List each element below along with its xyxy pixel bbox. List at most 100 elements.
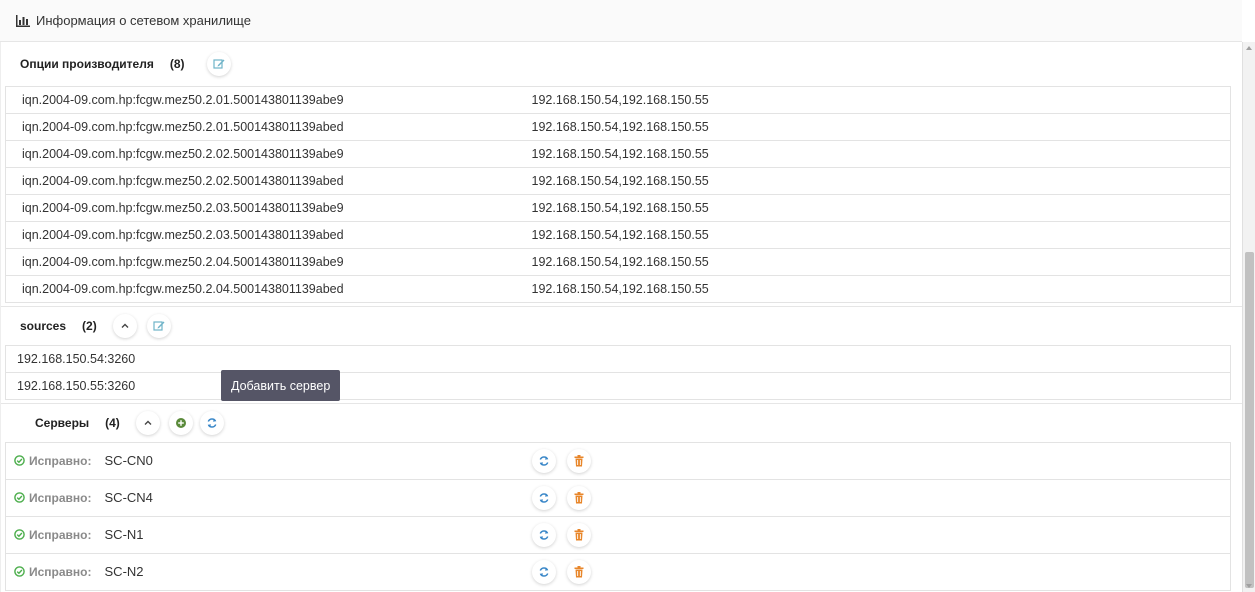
server-status-label: Исправно:: [29, 527, 92, 542]
server-status: Исправно: SC-CN0: [14, 453, 153, 468]
add-server-tooltip: Добавить сервер: [221, 370, 341, 401]
vendor-options-table: iqn.2004-09.com.hp:fcgw.mez50.2.01.50014…: [5, 86, 1231, 303]
vendor-option-name: iqn.2004-09.com.hp:fcgw.mez50.2.04.50014…: [5, 275, 532, 303]
vendor-option-row: iqn.2004-09.com.hp:fcgw.mez50.2.03.50014…: [5, 194, 1231, 222]
refresh-icon: [539, 530, 548, 540]
server-name: SC-N1: [104, 527, 144, 542]
vendor-option-name: iqn.2004-09.com.hp:fcgw.mez50.2.01.50014…: [5, 86, 532, 114]
delete-server-button[interactable]: [566, 523, 591, 547]
server-row: Исправно: SC-N1: [5, 516, 1231, 554]
sources-table: 192.168.150.54:3260 192.168.150.55:3260: [5, 345, 1231, 400]
vendor-options-count: (8): [169, 57, 185, 71]
sources-count: (2): [82, 319, 97, 333]
trash-icon: [574, 566, 583, 578]
refresh-servers-button[interactable]: [199, 411, 224, 435]
collapse-sources-button[interactable]: [112, 314, 137, 338]
refresh-server-button[interactable]: [531, 486, 556, 510]
server-info: Исправно: SC-N1: [5, 516, 532, 554]
server-actions: [531, 553, 1231, 591]
server-status-label: Исправно:: [29, 490, 92, 505]
trash-icon: [574, 455, 583, 467]
scrollbar-thumb[interactable]: [1245, 252, 1254, 588]
vendor-option-name: iqn.2004-09.com.hp:fcgw.mez50.2.04.50014…: [5, 248, 532, 276]
refresh-server-button[interactable]: [531, 449, 556, 473]
vendor-options-header: Опции производителя (8): [1, 42, 1242, 86]
vendor-option-row: iqn.2004-09.com.hp:fcgw.mez50.2.02.50014…: [5, 167, 1231, 195]
source-row: 192.168.150.55:3260: [5, 372, 1231, 400]
page-header: Информация о сетевом хранилище: [0, 0, 1242, 42]
vendor-option-row: iqn.2004-09.com.hp:fcgw.mez50.2.03.50014…: [5, 221, 1231, 249]
vendor-option-ips: 192.168.150.54,192.168.150.55: [531, 194, 1231, 222]
delete-server-button[interactable]: [566, 449, 591, 473]
scroll-down-icon[interactable]: [1246, 584, 1252, 588]
vendor-option-ips: 192.168.150.54,192.168.150.55: [531, 140, 1231, 168]
vendor-option-row: iqn.2004-09.com.hp:fcgw.mez50.2.04.50014…: [5, 275, 1231, 303]
server-row: Исправно: SC-N2: [5, 553, 1231, 591]
vendor-option-row: iqn.2004-09.com.hp:fcgw.mez50.2.01.50014…: [5, 113, 1231, 141]
refresh-server-button[interactable]: [531, 523, 556, 547]
check-circle-icon: [14, 455, 25, 466]
edit-icon: [212, 59, 225, 69]
vendor-option-ips: 192.168.150.54,192.168.150.55: [531, 275, 1231, 303]
check-circle-icon: [14, 529, 25, 540]
refresh-icon: [539, 456, 548, 466]
sources-label: sources: [20, 319, 67, 333]
vertical-scrollbar[interactable]: [1242, 42, 1255, 592]
vendor-option-ips: 192.168.150.54,192.168.150.55: [531, 167, 1231, 195]
delete-server-button[interactable]: [566, 560, 591, 584]
vendor-option-name: iqn.2004-09.com.hp:fcgw.mez50.2.03.50014…: [5, 221, 532, 249]
vendor-option-ips: 192.168.150.54,192.168.150.55: [531, 86, 1231, 114]
server-info: Исправно: SC-CN0: [5, 442, 532, 480]
refresh-icon: [539, 567, 548, 577]
vendor-option-row: iqn.2004-09.com.hp:fcgw.mez50.2.04.50014…: [5, 248, 1231, 276]
page-title: Информация о сетевом хранилище: [36, 13, 251, 28]
source-row: 192.168.150.54:3260: [5, 345, 1231, 373]
servers-count: (4): [105, 416, 120, 430]
refresh-icon: [539, 493, 548, 503]
bar-chart-icon: [16, 14, 30, 27]
vendor-option-name: iqn.2004-09.com.hp:fcgw.mez50.2.01.50014…: [5, 113, 532, 141]
vendor-option-ips: 192.168.150.54,192.168.150.55: [531, 248, 1231, 276]
trash-icon: [574, 492, 583, 504]
servers-header: Серверы (4): [1, 404, 1242, 442]
edit-vendor-options-button[interactable]: [206, 52, 231, 76]
server-status-label: Исправно:: [29, 564, 92, 579]
collapse-servers-button[interactable]: [135, 411, 160, 435]
server-actions: [531, 516, 1231, 554]
add-server-button[interactable]: [168, 411, 193, 435]
edit-sources-button[interactable]: [146, 314, 171, 338]
server-row: Исправно: SC-CN0: [5, 442, 1231, 480]
refresh-server-button[interactable]: [531, 560, 556, 584]
vendor-option-name: iqn.2004-09.com.hp:fcgw.mez50.2.03.50014…: [5, 194, 532, 222]
server-info: Исправно: SC-N2: [5, 553, 532, 591]
server-status: Исправно: SC-N1: [14, 527, 144, 542]
server-status: Исправно: SC-N2: [14, 564, 144, 579]
chevron-up-icon: [144, 420, 152, 425]
server-name: SC-N2: [104, 564, 144, 579]
server-info: Исправно: SC-CN4: [5, 479, 532, 517]
server-actions: [531, 442, 1231, 480]
vendor-option-ips: 192.168.150.54,192.168.150.55: [531, 221, 1231, 249]
vendor-option-name: iqn.2004-09.com.hp:fcgw.mez50.2.02.50014…: [5, 167, 532, 195]
vendor-option-row: iqn.2004-09.com.hp:fcgw.mez50.2.02.50014…: [5, 140, 1231, 168]
servers-table: Исправно: SC-CN0 Исправно: SC-CN4 Исправно: S…: [5, 442, 1231, 591]
scroll-up-icon[interactable]: [1246, 46, 1252, 50]
check-circle-icon: [14, 566, 25, 577]
vendor-option-name: iqn.2004-09.com.hp:fcgw.mez50.2.02.50014…: [5, 140, 532, 168]
server-actions: [531, 479, 1231, 517]
servers-label: Серверы: [35, 416, 90, 430]
chevron-up-icon: [121, 323, 129, 328]
refresh-icon: [207, 418, 217, 428]
vendor-option-ips: 192.168.150.54,192.168.150.55: [531, 113, 1231, 141]
plus-circle-icon: [175, 418, 186, 428]
server-status-label: Исправно:: [29, 453, 92, 468]
delete-server-button[interactable]: [566, 486, 591, 510]
check-circle-icon: [14, 492, 25, 503]
source-address: 192.168.150.54:3260: [5, 345, 1231, 373]
storage-info-panel: Опции производителя (8) iqn.2004-09.com.…: [0, 42, 1242, 592]
edit-icon: [153, 321, 165, 331]
server-name: SC-CN0: [104, 453, 153, 468]
vendor-options-label: Опции производителя: [20, 57, 154, 71]
trash-icon: [574, 529, 583, 541]
server-status: Исправно: SC-CN4: [14, 490, 153, 505]
